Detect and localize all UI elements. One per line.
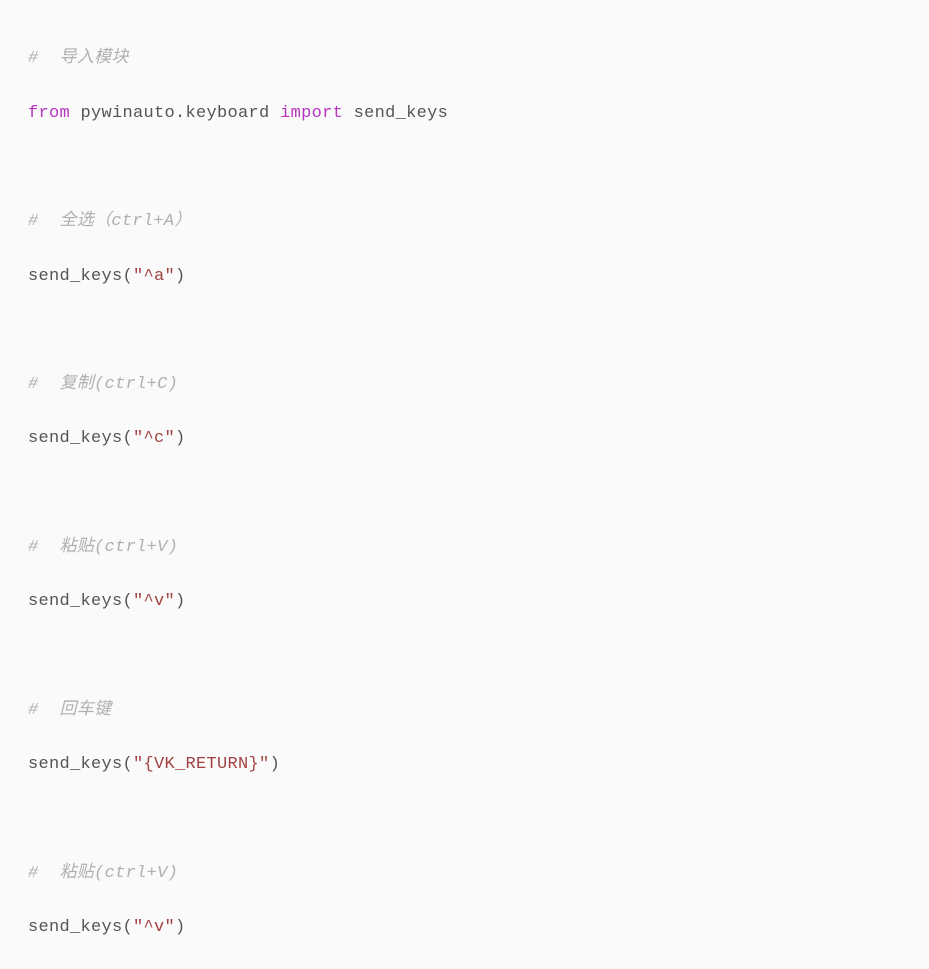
string-literal: "^v" (133, 918, 175, 937)
paren-close: ) (270, 755, 281, 774)
paren-close: ) (175, 918, 186, 937)
keyword-from: from (28, 104, 70, 123)
paren-close: ) (175, 592, 186, 611)
function-call: send_keys (28, 429, 123, 448)
string-literal: "^c" (133, 429, 175, 448)
blank-line (28, 317, 901, 344)
paren-open: ( (123, 592, 134, 611)
code-line: send_keys("^c") (28, 425, 901, 452)
code-line: # 回车键 (28, 697, 901, 724)
function-call: send_keys (28, 267, 123, 286)
code-line: # 导入模块 (28, 45, 901, 72)
imported-name: send_keys (354, 104, 449, 123)
code-line: send_keys("^a") (28, 263, 901, 290)
paren-open: ( (123, 267, 134, 286)
blank-line (28, 480, 901, 507)
blank-line (28, 154, 901, 181)
comment-text: # 复制(ctrl+C) (28, 375, 178, 394)
paren-open: ( (123, 429, 134, 448)
string-literal: "{VK_RETURN}" (133, 755, 270, 774)
string-literal: "^a" (133, 267, 175, 286)
code-line: from pywinauto.keyboard import send_keys (28, 100, 901, 127)
code-line: send_keys("{VK_RETURN}") (28, 751, 901, 778)
comment-text: # 粘贴(ctrl+V) (28, 538, 178, 557)
blank-line (28, 643, 901, 670)
code-line: send_keys("^v") (28, 588, 901, 615)
function-call: send_keys (28, 918, 123, 937)
code-line: # 全选（ctrl+A） (28, 208, 901, 235)
comment-text: # 粘贴(ctrl+V) (28, 864, 178, 883)
blank-line (28, 806, 901, 833)
comment-text: # 回车键 (28, 701, 111, 720)
paren-open: ( (123, 755, 134, 774)
paren-close: ) (175, 267, 186, 286)
code-line: # 粘贴(ctrl+V) (28, 860, 901, 887)
code-block: # 导入模块 from pywinauto.keyboard import se… (28, 18, 901, 969)
paren-open: ( (123, 918, 134, 937)
keyword-import: import (280, 104, 343, 123)
function-call: send_keys (28, 755, 123, 774)
function-call: send_keys (28, 592, 123, 611)
comment-text: # 全选（ctrl+A） (28, 212, 192, 231)
comment-text: # 导入模块 (28, 49, 129, 68)
code-line: # 粘贴(ctrl+V) (28, 534, 901, 561)
code-line: send_keys("^v") (28, 914, 901, 941)
paren-close: ) (175, 429, 186, 448)
code-line: # 复制(ctrl+C) (28, 371, 901, 398)
string-literal: "^v" (133, 592, 175, 611)
module-name: pywinauto.keyboard (81, 104, 270, 123)
